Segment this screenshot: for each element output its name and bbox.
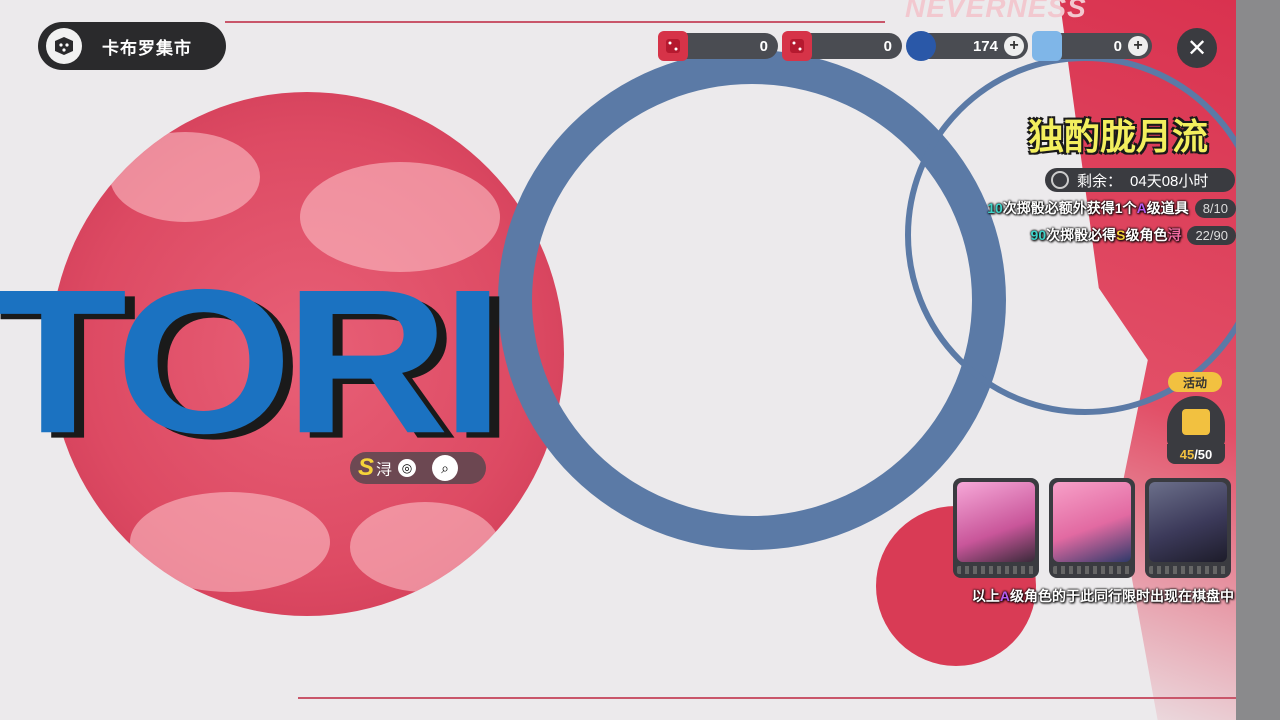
reward-count: 10 xyxy=(987,200,1003,216)
activity-button[interactable] xyxy=(1167,396,1225,448)
currency-value: 174 xyxy=(972,37,998,55)
note-text: 级角色的于此同行限时出现在棋盘中 xyxy=(1010,588,1234,604)
currency-pill[interactable]: 0 xyxy=(658,31,778,61)
activity-count: 45/50 xyxy=(1167,444,1225,464)
currency-pill[interactable]: 0 xyxy=(782,31,902,61)
event-title: 独酌胧月流 xyxy=(1028,108,1208,160)
portrait-bar xyxy=(1053,566,1131,574)
note-text: 以上 xyxy=(971,588,1000,604)
note-grade: A xyxy=(999,588,1010,604)
dice-icon xyxy=(46,28,82,64)
location-name: 卡布罗集市 xyxy=(102,38,192,58)
search-icon[interactable]: ⌕ xyxy=(432,455,459,481)
character-name: 浔 xyxy=(376,462,393,479)
clock-icon xyxy=(1051,171,1069,189)
red-dice-icon xyxy=(782,31,812,61)
location-button[interactable]: 卡布罗集市 xyxy=(38,22,226,70)
reward-text: 次掷骰必额外获得1个 xyxy=(1002,200,1137,216)
character-portrait[interactable] xyxy=(1049,478,1135,578)
reward-progress: 8/10 xyxy=(1194,198,1236,218)
bottom-divider-line xyxy=(298,697,1238,699)
currency-value: 0 xyxy=(1113,37,1122,55)
gift-icon xyxy=(1182,409,1210,435)
timer-label: 剩余： xyxy=(1077,172,1123,190)
currency-value: 0 xyxy=(883,37,892,55)
edge-strip xyxy=(1236,0,1280,720)
crystal-icon xyxy=(1032,31,1062,61)
banner-text: TORI xyxy=(0,247,504,477)
reward-text: 级道具 xyxy=(1146,200,1189,216)
plus-icon[interactable]: + xyxy=(1128,36,1148,56)
featured-character-pill[interactable]: S 浔 ◎ ⌕ xyxy=(350,452,486,484)
reward-row: 90 次掷骰必得 S 级角色 浔 22/90 xyxy=(1031,225,1236,245)
top-divider-line xyxy=(225,21,885,23)
reward-grade: A xyxy=(1136,200,1147,216)
portrait-bar xyxy=(957,566,1035,574)
reward-text: 级角色 xyxy=(1125,227,1168,243)
close-icon: ✕ xyxy=(1186,34,1208,62)
blue-orb-icon xyxy=(906,31,936,61)
plus-icon[interactable]: + xyxy=(1004,36,1024,56)
activity-current: 45 xyxy=(1179,446,1195,462)
timer-value: 04天08小时 xyxy=(1130,172,1209,190)
character-avatar xyxy=(1149,482,1227,562)
character-avatar xyxy=(957,482,1035,562)
reward-progress: 22/90 xyxy=(1187,225,1236,245)
event-title-text: 独酌胧月流 xyxy=(1028,116,1209,157)
grade-badge: S xyxy=(358,454,375,481)
reward-text: 次掷骰必得 xyxy=(1046,227,1117,243)
reward-character: 浔 xyxy=(1167,227,1182,243)
event-timer: 剩余： 04天08小时 xyxy=(1045,168,1235,192)
portrait-bar xyxy=(1149,566,1227,574)
character-portrait[interactable] xyxy=(953,478,1039,578)
portrait-note: 以上A级角色的于此同行限时出现在棋盘中 xyxy=(900,586,1234,606)
reward-row: 10 次掷骰必额外获得1个 A 级道具 8/10 xyxy=(987,198,1236,218)
currency-pill[interactable]: 174 + xyxy=(906,31,1028,61)
target-icon: ◎ xyxy=(398,459,417,477)
watermark-text: NEVERNESS xyxy=(905,0,1087,23)
reward-count: 90 xyxy=(1030,227,1047,243)
currency-value: 0 xyxy=(759,37,768,55)
activity-total: /50 xyxy=(1194,446,1213,462)
character-portrait[interactable] xyxy=(1145,478,1231,578)
character-avatar xyxy=(1053,482,1131,562)
activity-label: 活动 xyxy=(1168,372,1222,392)
currency-pill[interactable]: 0 + xyxy=(1032,31,1152,61)
red-dice-icon xyxy=(658,31,688,61)
close-button[interactable]: ✕ xyxy=(1177,28,1217,68)
